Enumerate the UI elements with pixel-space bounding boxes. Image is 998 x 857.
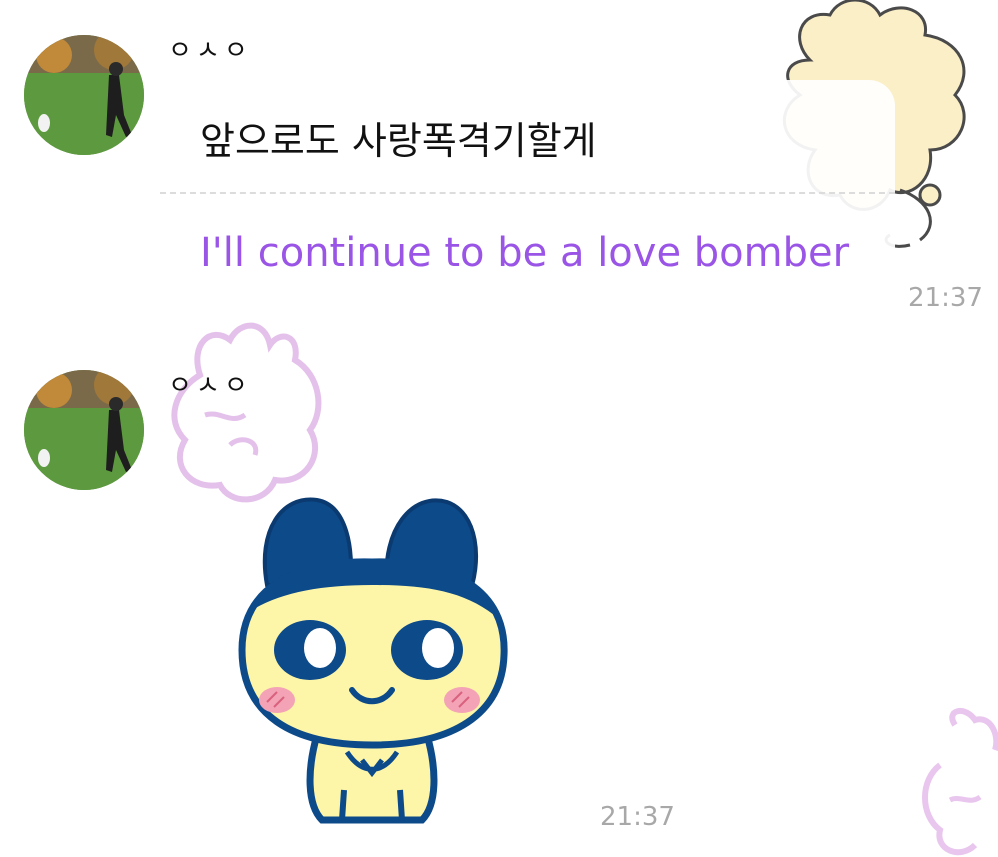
translation-divider [160, 192, 895, 194]
message-text: 앞으로도 사랑폭격기할게 [200, 119, 597, 163]
sender-avatar[interactable] [24, 370, 144, 490]
sender-name[interactable]: ㅇㅅㅇ [168, 30, 252, 67]
bg-bunny-pink-doodle-corner [922, 708, 998, 856]
message-bubble[interactable]: 앞으로도 사랑폭격기할게 I'll continue to be a love … [160, 80, 895, 285]
translated-text: I'll continue to be a love bomber [200, 230, 850, 276]
profile-photo [24, 370, 144, 490]
profile-photo [24, 35, 144, 155]
sender-avatar[interactable] [24, 35, 144, 155]
message-timestamp: 21:37 [908, 283, 983, 313]
sender-name[interactable]: ㅇㅅㅇ [168, 365, 252, 402]
message-timestamp: 21:37 [600, 802, 675, 832]
mametchi-sticker[interactable] [222, 490, 522, 835]
bg-bunny-pink-doodle [171, 322, 322, 503]
